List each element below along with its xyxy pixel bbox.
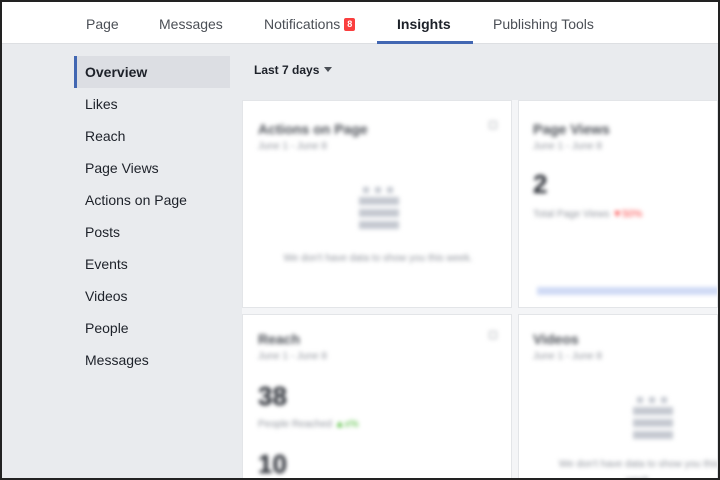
sidebar-item-label: Posts — [85, 224, 121, 240]
sidebar-item-actions-on-page[interactable]: Actions on Page — [74, 184, 230, 216]
insights-cards-area: Actions on Page June 1 - June 8 We don't… — [242, 100, 718, 480]
card-empty-message: We don't have data to show you this week… — [283, 253, 473, 264]
sparkline-bar — [537, 287, 717, 295]
sidebar-item-label: Events — [85, 256, 128, 272]
card-reach[interactable]: Reach June 1 - June 8 38 People Reached … — [242, 314, 512, 480]
card-actions-on-page[interactable]: Actions on Page June 1 - June 8 We don't… — [242, 100, 512, 308]
card-date-range: June 1 - June 8 — [258, 141, 327, 152]
sub-label-text: Total Page Views — [533, 209, 610, 220]
card-date-range: June 1 - June 8 — [533, 141, 602, 152]
tab-page[interactable]: Page — [86, 0, 119, 44]
sidebar-item-label: Overview — [85, 64, 148, 80]
sidebar-item-events[interactable]: Events — [74, 248, 230, 280]
tab-label: Notifications — [264, 16, 341, 32]
sidebar-item-people[interactable]: People — [74, 312, 230, 344]
reach-value: 38 — [258, 381, 287, 411]
page-views-sub-label: Total Page Views ▼50% — [533, 209, 642, 220]
sidebar-item-messages[interactable]: Messages — [74, 344, 230, 376]
active-tab-indicator — [377, 41, 473, 44]
tab-notifications[interactable]: Notifications 8 — [264, 0, 356, 44]
reach-sub-label: People Reached ▲x% — [258, 419, 359, 430]
insights-sidebar: Overview Likes Reach Page Views Actions … — [74, 56, 230, 376]
card-title: Reach — [258, 331, 301, 347]
tab-label: Publishing Tools — [493, 16, 594, 32]
card-date-range: June 1 - June 8 — [258, 351, 327, 362]
tab-insights[interactable]: Insights — [397, 0, 451, 44]
sidebar-item-likes[interactable]: Likes — [74, 88, 230, 120]
sidebar-item-overview[interactable]: Overview — [74, 56, 230, 88]
sidebar-item-label: Messages — [85, 352, 149, 368]
card-menu-icon[interactable] — [489, 331, 497, 339]
tab-label: Insights — [397, 16, 451, 32]
sidebar-item-label: People — [85, 320, 129, 336]
tab-label: Page — [86, 16, 119, 32]
date-range-label: Last 7 days — [254, 63, 320, 77]
sidebar-item-page-views[interactable]: Page Views — [74, 152, 230, 184]
sub-label-text: People Reached — [258, 419, 332, 430]
card-date-range: June 1 - June 8 — [533, 351, 602, 362]
change-percent: ▼50% — [612, 209, 643, 220]
sidebar-item-reach[interactable]: Reach — [74, 120, 230, 152]
tab-label: Messages — [159, 16, 223, 32]
sidebar-item-posts[interactable]: Posts — [74, 216, 230, 248]
sidebar-item-label: Reach — [85, 128, 126, 144]
sidebar-item-label: Actions on Page — [85, 192, 187, 208]
sidebar-item-label: Page Views — [85, 160, 159, 176]
card-title: Videos — [533, 331, 579, 347]
sidebar-item-label: Likes — [85, 96, 118, 112]
card-title: Actions on Page — [258, 121, 368, 137]
card-page-views[interactable]: Page Views June 1 - June 8 2 Total Page … — [518, 100, 718, 308]
tab-publishing-tools[interactable]: Publishing Tools — [493, 0, 594, 44]
caret-down-icon — [324, 67, 333, 72]
empty-chart-icon — [359, 187, 399, 231]
notification-count-badge: 8 — [344, 18, 356, 31]
change-percent: ▲x% — [334, 419, 359, 430]
sidebar-item-videos[interactable]: Videos — [74, 280, 230, 312]
date-range-dropdown[interactable]: Last 7 days — [254, 63, 333, 77]
reach-secondary-value: 10 — [258, 449, 287, 479]
page-views-value: 2 — [533, 169, 548, 199]
empty-chart-icon — [633, 397, 673, 441]
tab-messages[interactable]: Messages — [159, 0, 223, 44]
card-empty-message: We don't have data to show you this week… — [558, 459, 718, 480]
card-videos[interactable]: Videos June 1 - June 8 We don't have dat… — [518, 314, 718, 480]
page-top-nav: Page Messages Notifications 8 Insights Pu… — [0, 0, 720, 44]
card-title: Page Views — [533, 121, 610, 137]
sidebar-item-label: Videos — [85, 288, 128, 304]
card-menu-icon[interactable] — [489, 121, 497, 129]
